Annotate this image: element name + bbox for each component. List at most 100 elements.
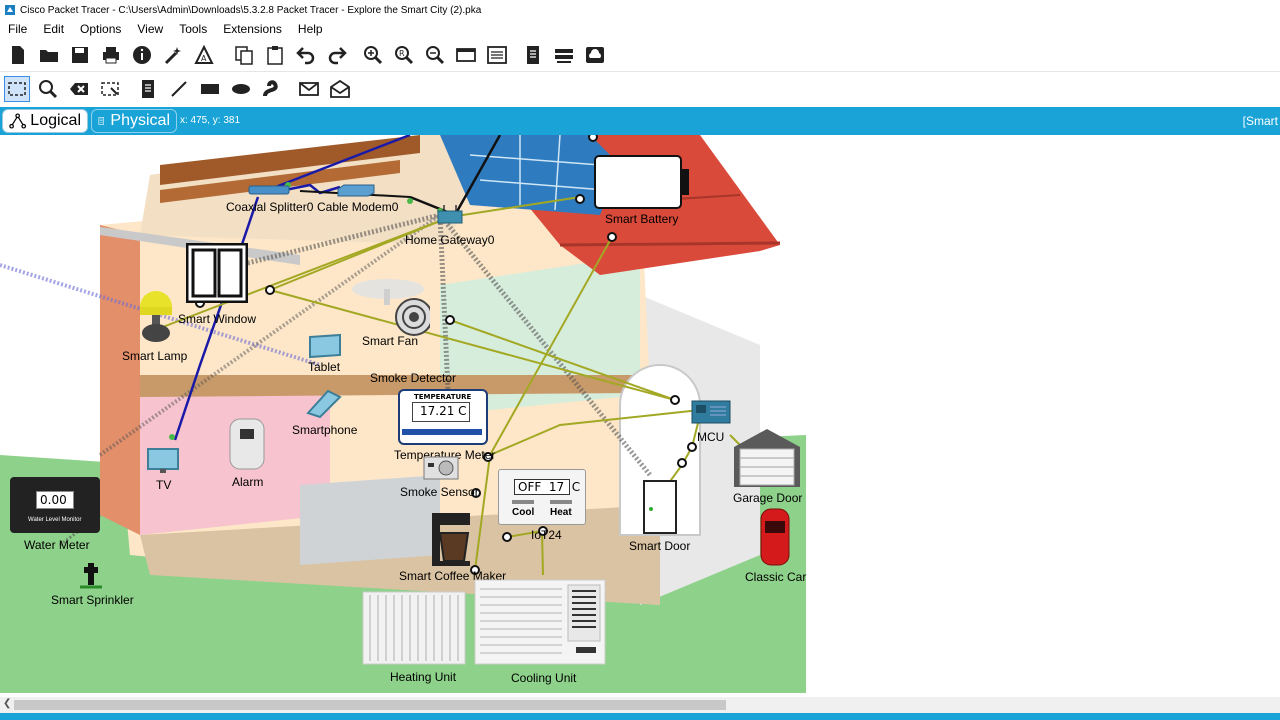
tab-physical-label: Physical	[110, 112, 170, 129]
smart-battery-label: Smart Battery	[605, 212, 679, 226]
menu-bar: File Edit Options View Tools Extensions …	[0, 20, 1280, 38]
add-complex-pdu-icon[interactable]	[327, 76, 353, 102]
thermostat-device[interactable]: OFF 17 C Cool Heat	[498, 469, 586, 525]
temperature-meter-device[interactable]: TEMPERATURE 17.21 C	[398, 389, 488, 445]
workspace-mode-bar: Logical Physical x: 475, y: 381 [Smart	[0, 107, 1280, 135]
custom-devices-icon[interactable]	[484, 42, 510, 68]
bottom-toolbar-strip	[0, 713, 1280, 720]
ellipse-icon[interactable]	[228, 76, 254, 102]
thermostat-heat-button[interactable]: Heat	[550, 507, 572, 518]
garage-door-label: Garage Door	[733, 491, 803, 505]
smart-window-device[interactable]	[185, 242, 249, 304]
palette-icon[interactable]	[453, 42, 479, 68]
wizard-icon[interactable]	[160, 42, 186, 68]
water-meter-caption: Water Level Monitor	[28, 517, 82, 523]
smart-fan-label: Smart Fan	[362, 334, 419, 348]
logical-topology-icon	[9, 113, 27, 129]
thermostat-cool-button[interactable]: Cool	[512, 507, 534, 518]
smart-sprinkler-device[interactable]	[78, 559, 104, 589]
router-icon[interactable]	[551, 42, 577, 68]
print-icon[interactable]	[98, 42, 124, 68]
cursor-coordinates: x: 475, y: 381	[180, 115, 241, 126]
tab-physical[interactable]: Physical	[91, 109, 177, 133]
svg-text:A: A	[201, 54, 207, 63]
alarm-device[interactable]	[226, 415, 268, 471]
temperature-value: 17.21 C	[420, 404, 467, 418]
zoom-out-icon[interactable]	[422, 42, 448, 68]
physical-workspace[interactable]: Coaxial Splitter0 Cable Modem0 Home Gate…	[0, 135, 1280, 697]
place-note-icon[interactable]	[135, 76, 161, 102]
tab-logical-label: Logical	[30, 112, 81, 129]
smartphone-device[interactable]	[304, 387, 344, 419]
alarm-label: Alarm	[232, 475, 264, 489]
tab-logical[interactable]: Logical	[2, 109, 88, 133]
water-meter-device[interactable]: 0.00 Water Level Monitor	[10, 477, 100, 533]
menu-edit[interactable]: Edit	[35, 22, 72, 36]
packet-tracer-app-icon	[5, 5, 15, 15]
window-title: Cisco Packet Tracer - C:\Users\Admin\Dow…	[20, 4, 482, 16]
inspect-icon[interactable]	[35, 76, 61, 102]
activity-icon[interactable]: A	[191, 42, 217, 68]
smartphone-label: Smartphone	[292, 423, 358, 437]
tv-device[interactable]	[146, 447, 180, 475]
classic-car-device[interactable]	[758, 507, 792, 567]
smart-fan-device[interactable]	[348, 267, 433, 337]
water-meter-value: 0.00	[40, 493, 67, 507]
cooling-unit-label: Cooling Unit	[511, 671, 577, 685]
heating-unit-device[interactable]	[362, 591, 466, 665]
cooling-unit-device[interactable]	[474, 579, 606, 665]
garage-door-device[interactable]	[732, 427, 802, 489]
horizontal-scrollbar[interactable]: ❮	[0, 697, 1280, 713]
select-icon[interactable]	[4, 76, 30, 102]
smart-door-device[interactable]	[642, 479, 678, 535]
temperature-heading: TEMPERATURE	[414, 393, 472, 401]
smoke-sensor-label: Smoke Sensor	[400, 485, 479, 499]
smart-window-label: Smart Window	[178, 312, 257, 326]
coaxial-splitter-device[interactable]	[248, 183, 290, 195]
cable-modem-device[interactable]	[336, 183, 376, 197]
menu-view[interactable]: View	[129, 22, 171, 36]
mcu-device[interactable]	[690, 397, 732, 425]
menu-options[interactable]: Options	[72, 22, 129, 36]
smart-lamp-label: Smart Lamp	[122, 349, 188, 363]
paste-icon[interactable]	[262, 42, 288, 68]
smoke-detector-label: Smoke Detector	[370, 371, 457, 385]
tools-toolbar	[0, 72, 1280, 106]
cloud-icon[interactable]	[582, 42, 608, 68]
menu-tools[interactable]: Tools	[171, 22, 215, 36]
smart-lamp-device[interactable]	[134, 285, 178, 345]
open-icon[interactable]	[36, 42, 62, 68]
classic-car-label: Classic Car	[745, 570, 807, 584]
save-icon[interactable]	[67, 42, 93, 68]
physical-rack-icon	[98, 117, 104, 125]
info-icon[interactable]	[129, 42, 155, 68]
heating-unit-label: Heating Unit	[390, 670, 457, 684]
menu-help[interactable]: Help	[290, 22, 331, 36]
smoke-sensor-device[interactable]	[422, 453, 460, 481]
smart-battery-device[interactable]	[594, 155, 690, 209]
tablet-device[interactable]	[306, 333, 344, 359]
draw-line-icon[interactable]	[166, 76, 192, 102]
main-toolbar: A R	[0, 38, 1280, 72]
scrollbar-thumb[interactable]	[14, 700, 726, 710]
zoom-in-icon[interactable]	[360, 42, 386, 68]
scroll-left-icon[interactable]: ❮	[3, 698, 11, 709]
menu-file[interactable]: File	[0, 22, 35, 36]
freeform-icon[interactable]	[259, 76, 285, 102]
copy-icon[interactable]	[231, 42, 257, 68]
title-bar: Cisco Packet Tracer - C:\Users\Admin\Dow…	[0, 0, 1280, 20]
menu-extensions[interactable]: Extensions	[215, 22, 290, 36]
new-icon[interactable]	[5, 42, 31, 68]
note-icon[interactable]	[520, 42, 546, 68]
smart-coffee-maker-device[interactable]	[428, 511, 474, 567]
zoom-reset-icon[interactable]: R	[391, 42, 417, 68]
rectangle-icon[interactable]	[197, 76, 223, 102]
add-pdu-icon[interactable]	[296, 76, 322, 102]
delete-icon[interactable]	[66, 76, 92, 102]
redo-icon[interactable]	[324, 42, 350, 68]
svg-text:R: R	[399, 49, 405, 58]
undo-icon[interactable]	[293, 42, 319, 68]
resize-icon[interactable]	[97, 76, 123, 102]
home-gateway-device[interactable]	[436, 205, 464, 225]
tv-label: TV	[156, 478, 172, 492]
